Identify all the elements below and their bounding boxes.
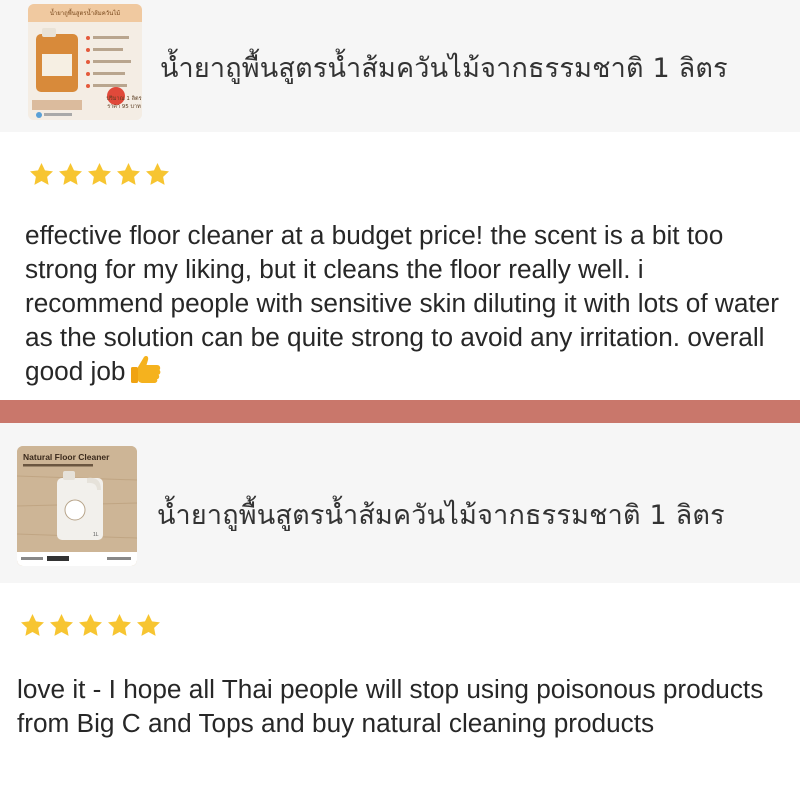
review-body: love it - I hope all Thai people will st…: [17, 674, 764, 738]
review-divider: [0, 400, 800, 423]
thumbnail-volume: ปริมาณ 1 ลิตร: [106, 95, 141, 102]
product-thumbnail[interactable]: Natural Floor Cleaner 1L: [17, 446, 137, 566]
review-text: love it - I hope all Thai people will st…: [17, 672, 777, 740]
product-title[interactable]: น้ำยาถูพื้นสูตรน้ำส้มควันไม้จากธรรมชาติ …: [157, 493, 725, 536]
star-icon: [21, 614, 44, 636]
thumbnail-heading: Natural Floor Cleaner: [23, 452, 110, 462]
star-icon: [137, 614, 160, 636]
product-strip[interactable]: น้ำยาถูพื้นสูตรน้ำส้มควันไม้ ปริมาณ 1 ลิ…: [0, 0, 800, 132]
star-rating: [28, 161, 171, 188]
review-text: effective floor cleaner at a budget pric…: [25, 218, 785, 392]
product-strip[interactable]: Natural Floor Cleaner 1L น้ำยาถูพื้นสูตร…: [0, 423, 800, 583]
star-icon: [30, 163, 53, 185]
product-image: Natural Floor Cleaner 1L: [17, 446, 137, 566]
product-thumbnail[interactable]: น้ำยาถูพื้นสูตรน้ำส้มควันไม้ ปริมาณ 1 ลิ…: [28, 4, 142, 120]
star-icon: [50, 614, 73, 636]
star-icon: [88, 163, 111, 185]
star-rating: [19, 612, 162, 639]
star-icon: [146, 163, 169, 185]
product-title[interactable]: น้ำยาถูพื้นสูตรน้ำส้มควันไม้จากธรรมชาติ …: [160, 46, 728, 89]
star-icon: [59, 163, 82, 185]
star-icon: [79, 614, 102, 636]
star-icon: [108, 614, 131, 636]
product-image: น้ำยาถูพื้นสูตรน้ำส้มควันไม้ ปริมาณ 1 ลิ…: [28, 4, 142, 120]
thumbs-up-icon: [129, 354, 163, 392]
thumbnail-volume: 1L: [93, 532, 99, 538]
thumbnail-price: ราคา 95 บาท: [107, 104, 141, 110]
star-icon: [117, 163, 140, 185]
